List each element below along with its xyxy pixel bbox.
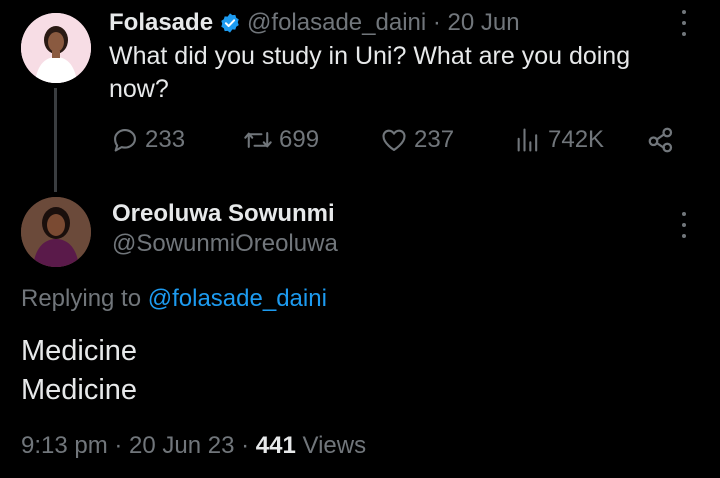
reply-author-handle[interactable]: @SowunmiOreoluwa	[112, 230, 338, 258]
reply-text-line: Medicine	[21, 335, 138, 367]
verified-badge-icon	[219, 12, 241, 34]
avatar-folasade[interactable]	[21, 13, 91, 83]
replying-to: Replying to @folasade_daini	[21, 285, 327, 313]
share-icon	[646, 125, 676, 155]
replying-to-mention[interactable]: @folasade_daini	[148, 285, 327, 312]
heart-icon	[380, 126, 408, 154]
views-total: 441	[255, 432, 296, 459]
views-count: 742K	[548, 126, 605, 153]
author-name[interactable]: Folasade	[109, 9, 213, 37]
author-handle-date[interactable]: @folasade_daini · 20 Jun	[247, 9, 520, 37]
more-options-icon[interactable]	[681, 10, 687, 36]
reply-button[interactable]: 233	[111, 124, 185, 156]
reply-author-name[interactable]: Oreoluwa Sowunmi	[112, 200, 335, 228]
parent-tweet-text: What did you study in Uni? What are you …	[109, 42, 631, 103]
views-icon	[514, 126, 542, 154]
views-button[interactable]: 742K	[514, 124, 604, 156]
views-label: Views	[295, 432, 367, 459]
reply-tweet-text: Medicine Medicine	[21, 332, 137, 410]
tweet-timestamp[interactable]: 9:13 pm · 20 Jun 23 ·	[21, 432, 256, 459]
reply-text-line: Medicine	[21, 374, 138, 406]
tweet-meta: 9:13 pm · 20 Jun 23 · 441 Views	[21, 432, 366, 460]
parent-tweet-header: Folasade @folasade_daini · 20 Jun	[109, 8, 520, 38]
reply-count: 233	[145, 126, 186, 153]
more-options-icon[interactable]	[681, 212, 687, 238]
replying-to-label: Replying to	[21, 285, 142, 312]
retweet-count: 699	[279, 126, 320, 153]
share-button[interactable]	[646, 124, 676, 156]
retweet-button[interactable]: 699	[243, 124, 319, 156]
reply-icon	[111, 126, 139, 154]
like-button[interactable]: 237	[380, 124, 454, 156]
thread-connector-line	[54, 88, 57, 192]
retweet-icon	[243, 126, 273, 154]
avatar-oreoluwa[interactable]	[21, 197, 91, 267]
like-count: 237	[414, 126, 455, 153]
